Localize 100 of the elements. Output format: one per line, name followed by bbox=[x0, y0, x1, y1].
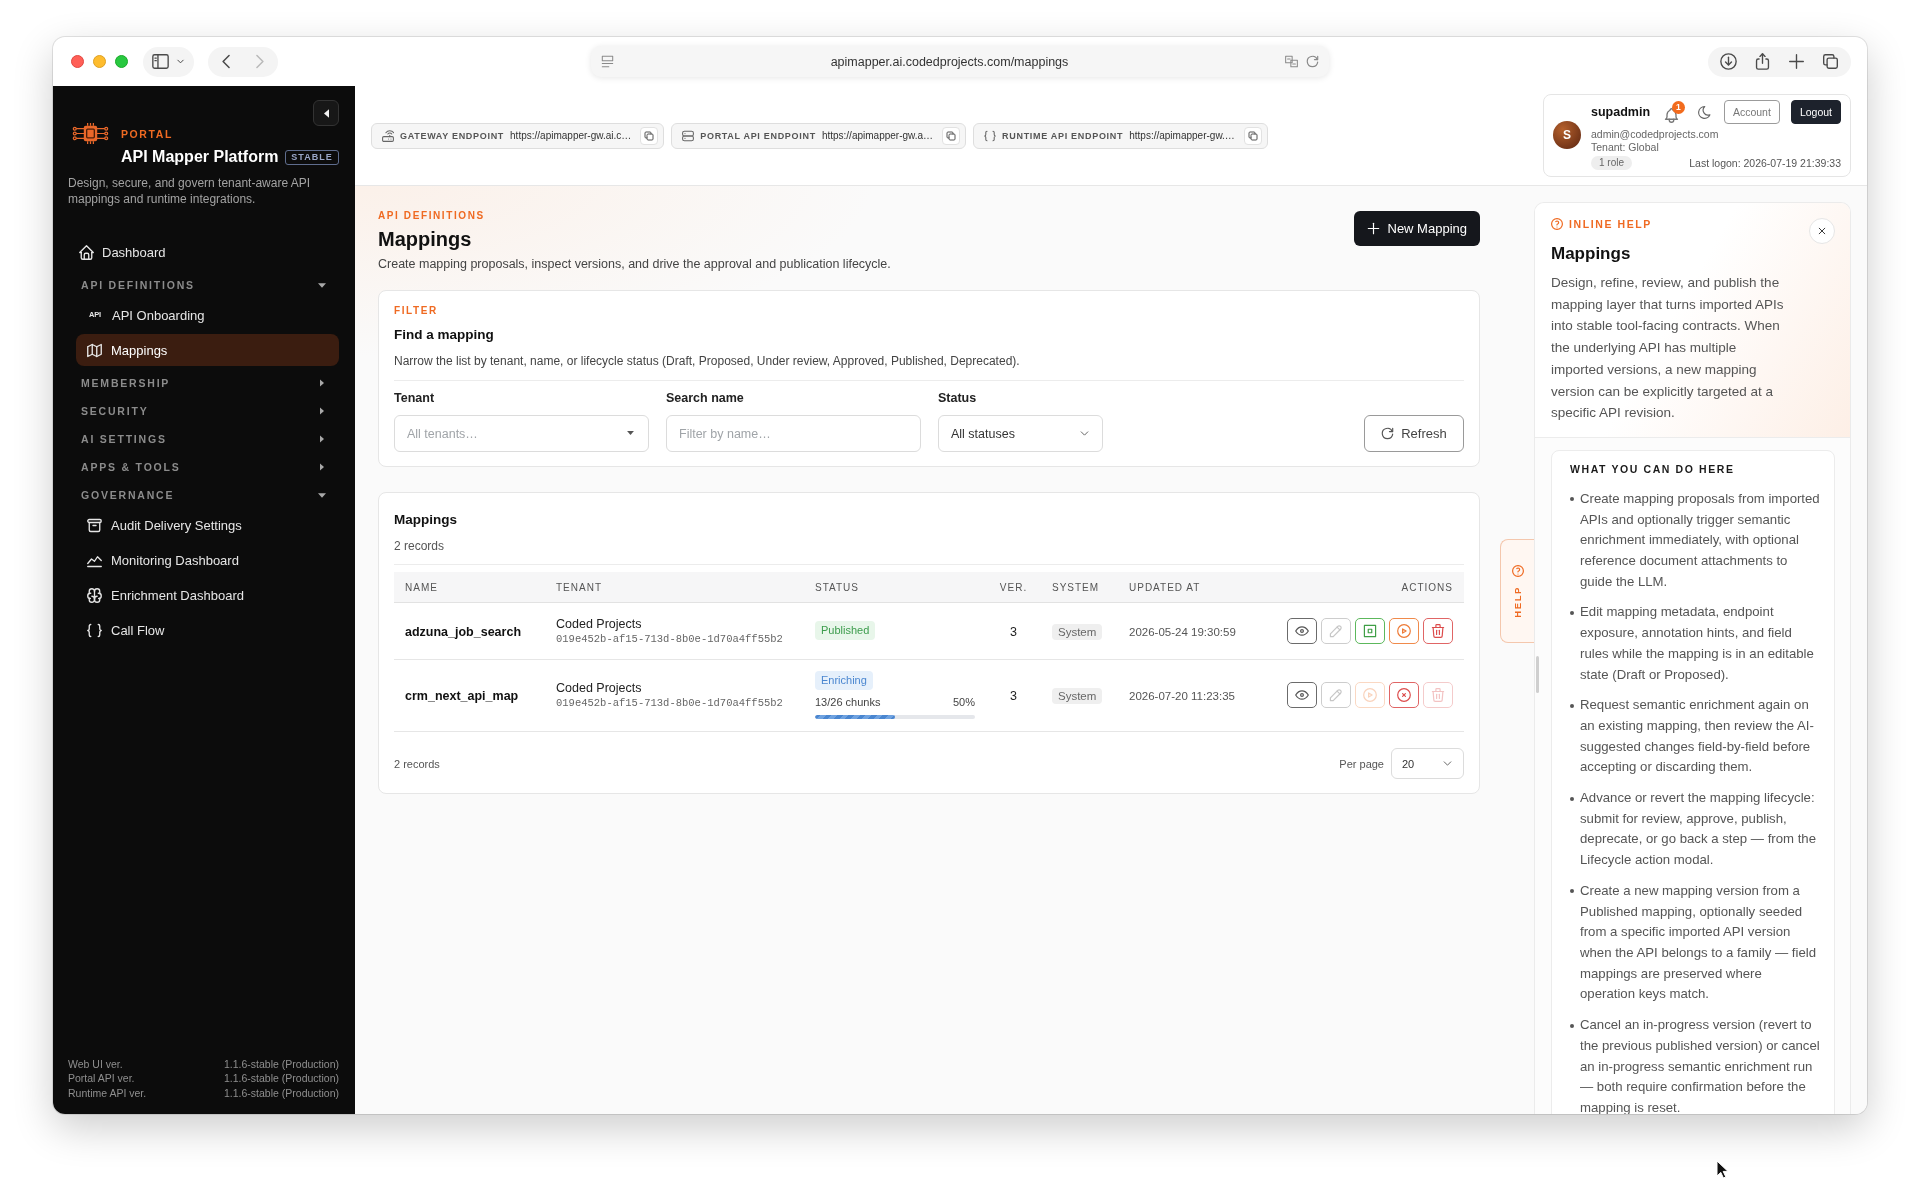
eye-icon bbox=[1295, 623, 1309, 638]
view-button[interactable] bbox=[1287, 617, 1317, 644]
home-icon bbox=[79, 244, 94, 260]
nav-section-header[interactable]: APPS & TOOLS bbox=[67, 453, 339, 481]
copy-button[interactable] bbox=[1243, 126, 1262, 145]
release-badge: STABLE bbox=[285, 149, 339, 165]
pencil-icon bbox=[1329, 623, 1343, 638]
user-email: admin@codedprojects.com bbox=[1591, 128, 1720, 141]
moon-icon bbox=[1697, 105, 1711, 119]
nav-section-header[interactable]: MEMBERSHIP bbox=[67, 369, 339, 397]
copy-button[interactable] bbox=[640, 126, 659, 145]
view-button[interactable] bbox=[1287, 682, 1317, 708]
play-icon bbox=[1363, 688, 1377, 702]
status-badge: Published bbox=[815, 621, 876, 640]
brand-title: API Mapper Platform bbox=[121, 147, 279, 167]
version-label: Web UI ver. bbox=[68, 1056, 123, 1071]
column-header: VER. bbox=[998, 581, 1029, 593]
nav-section-header[interactable]: AI SETTINGS bbox=[67, 425, 339, 453]
x-circle-icon bbox=[1397, 688, 1411, 702]
nav-section-header[interactable]: API DEFINITIONS bbox=[67, 271, 339, 299]
close-icon bbox=[1818, 227, 1826, 235]
brand-eyebrow: PORTAL bbox=[121, 126, 173, 141]
dropdown-select[interactable]: All statuses bbox=[938, 415, 1103, 452]
tenant-id: 019e452b-af15-713d-8b0e-1d70a4ff55b2 bbox=[556, 632, 783, 646]
column-header: SYSTEM bbox=[1051, 581, 1101, 593]
copy-icon bbox=[1247, 130, 1258, 141]
nav-link[interactable]: Mappings bbox=[76, 334, 339, 366]
progress-percent: 50% bbox=[952, 695, 975, 709]
help-section-title: WHAT YOU CAN DO HERE bbox=[1570, 461, 1736, 476]
theme-toggle-button[interactable] bbox=[1697, 105, 1711, 119]
braces-icon bbox=[984, 129, 997, 142]
trash-icon bbox=[1431, 688, 1445, 702]
share-icon[interactable] bbox=[1754, 53, 1771, 70]
version-label: Portal API ver. bbox=[68, 1071, 135, 1086]
column-header: STATUS bbox=[814, 581, 860, 593]
nav-link[interactable]: Enrichment Dashboard bbox=[76, 579, 339, 611]
field-label: Search name bbox=[666, 390, 745, 406]
sidebar-icon bbox=[152, 53, 169, 70]
user-tenant: Tenant: Global bbox=[1591, 141, 1660, 154]
copy-icon bbox=[946, 130, 957, 141]
column-header: UPDATED AT bbox=[1128, 581, 1202, 593]
bullet-icon bbox=[1570, 889, 1574, 894]
cancel-button[interactable] bbox=[1389, 682, 1419, 708]
stop-icon bbox=[1363, 623, 1377, 638]
combobox[interactable]: All tenants… bbox=[394, 415, 649, 452]
updated-at: 2026-05-24 19:30:59 bbox=[1129, 625, 1236, 638]
new-mapping-button[interactable]: New Mapping bbox=[1353, 211, 1480, 246]
logout-button[interactable]: Logout bbox=[1790, 100, 1841, 124]
server-icon bbox=[682, 129, 695, 142]
bullet-icon bbox=[1570, 497, 1574, 502]
nav-section-header[interactable]: SECURITY bbox=[67, 397, 339, 425]
nav-link[interactable]: Call Flow bbox=[76, 614, 339, 646]
caret-left-icon bbox=[323, 108, 329, 118]
zoom-window-button[interactable] bbox=[115, 55, 128, 68]
role-count-badge: 1 role bbox=[1591, 155, 1632, 170]
footer-record-count: 2 records bbox=[394, 757, 440, 770]
download-icon[interactable] bbox=[1720, 53, 1737, 70]
nav-link[interactable]: Audit Delivery Settings bbox=[76, 509, 339, 541]
play-button[interactable] bbox=[1389, 617, 1419, 644]
help-icon bbox=[1551, 218, 1563, 230]
collapse-sidebar-button[interactable] bbox=[313, 100, 339, 126]
endpoint-label: GATEWAY ENDPOINT bbox=[400, 130, 505, 141]
column-header: TENANT bbox=[555, 581, 603, 593]
tabs-icon[interactable] bbox=[1822, 53, 1839, 70]
address-bar[interactable]: apimapper.ai.codedprojects.com/mappings bbox=[591, 46, 1329, 77]
plus-icon[interactable] bbox=[1788, 53, 1805, 70]
version-label: Runtime API ver. bbox=[68, 1085, 147, 1100]
table-title: Mappings bbox=[394, 511, 458, 529]
map-icon bbox=[87, 342, 102, 358]
braces-icon bbox=[87, 622, 102, 638]
close-window-button[interactable] bbox=[71, 55, 84, 68]
delete-button[interactable] bbox=[1423, 617, 1453, 644]
nav-section-header[interactable]: GOVERNANCE bbox=[67, 481, 339, 509]
version-number: 3 bbox=[1010, 689, 1017, 703]
sidebar-toggle-button[interactable] bbox=[143, 46, 194, 77]
endpoint-url: https://apimapper-gw.… bbox=[1129, 130, 1235, 141]
status-badge: Enriching bbox=[815, 671, 873, 690]
user-name: supadmin bbox=[1591, 105, 1651, 119]
notification-count: 1 bbox=[1671, 100, 1685, 114]
translate-icon[interactable] bbox=[1285, 55, 1298, 68]
account-button[interactable]: Account bbox=[1723, 100, 1780, 124]
copy-icon bbox=[644, 130, 655, 141]
reload-icon[interactable] bbox=[1306, 55, 1319, 68]
nav-link[interactable]: Monitoring Dashboard bbox=[76, 544, 339, 576]
updated-at: 2026-07-20 11:23:35 bbox=[1129, 690, 1235, 702]
minimize-window-button[interactable] bbox=[93, 55, 106, 68]
endpoint-url: https://apimapper-gw.a… bbox=[821, 130, 934, 141]
stop-button[interactable] bbox=[1355, 617, 1385, 644]
help-list-item: Cancel an in-progress version (revert to the previous published version) or cancel an in-progress semantic enrichment run — both require confirmation before the mapping is reset. bbox=[1580, 1016, 1820, 1114]
copy-button[interactable] bbox=[942, 126, 961, 145]
refresh-button[interactable]: Refresh bbox=[1364, 415, 1464, 452]
last-logon: Last logon: 2026-07-19 21:39:33 bbox=[1689, 156, 1841, 169]
version-value: 1.1.6-stable (Production) bbox=[224, 1071, 339, 1086]
nav-link[interactable]: Dashboard bbox=[67, 236, 339, 268]
search-field[interactable]: Filter by name… bbox=[666, 415, 921, 452]
version-value: 1.1.6-stable (Production) bbox=[224, 1085, 339, 1100]
bullet-icon bbox=[1570, 796, 1574, 801]
per-page-select[interactable]: 20 bbox=[1391, 748, 1464, 779]
tenant-id: 019e452b-af15-713d-8b0e-1d70a4ff55b2 bbox=[556, 697, 783, 710]
tenant-name: Coded Projects bbox=[556, 680, 642, 696]
